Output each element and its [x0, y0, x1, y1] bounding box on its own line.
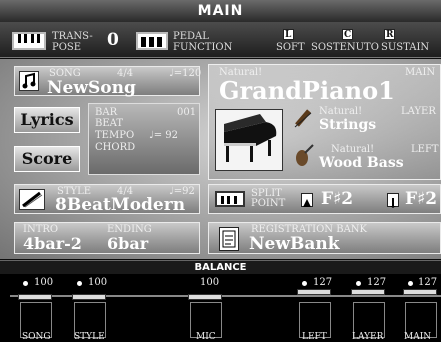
- main-balance-slider[interactable]: [403, 289, 437, 295]
- main-balance-value: 127: [418, 277, 438, 288]
- split-point-value-2: F♯2: [405, 189, 438, 209]
- left-balance-dot: [302, 281, 307, 286]
- left-channel-label: LEFT: [302, 332, 327, 342]
- main-channel-label: MAIN: [404, 332, 432, 342]
- song-balance-value: 100: [34, 277, 54, 288]
- beat-label: BEAT: [95, 118, 123, 129]
- song-channel-label: SONG: [22, 332, 51, 342]
- split-point-panel[interactable]: SPLIT POINT F♯2 F♯2: [208, 184, 441, 214]
- main-voice-name: GrandPiano1: [219, 76, 395, 105]
- mic-channel-label: MIC: [196, 332, 216, 342]
- song-position-box: BAR 001 BEAT TEMPO ♩= 92 CHORD: [88, 103, 200, 175]
- style-balance-dot: [77, 281, 82, 286]
- split-point-value-1: F♯2: [321, 189, 354, 209]
- layer-balance-value: 127: [367, 277, 387, 288]
- score-button[interactable]: Score: [14, 146, 80, 172]
- keyboard-icon: [12, 32, 46, 50]
- intro-ending-panel[interactable]: INTRO ENDING 4bar-2 6bar: [14, 222, 200, 254]
- registration-icon: [219, 227, 239, 251]
- layer-part-label: LAYER: [401, 106, 436, 117]
- layer-voice-tag: Natural!: [319, 106, 363, 117]
- left-part-label: LEFT: [411, 144, 439, 155]
- soft-pedal-key: L: [285, 30, 292, 40]
- chord-label: CHORD: [95, 142, 136, 153]
- balance-labels: SONG STYLE MIC LEFT LAYER MAIN: [0, 332, 441, 342]
- soft-label: SOFT: [276, 42, 305, 53]
- song-tempo: ♩=120: [169, 68, 202, 79]
- song-name: NewSong: [47, 78, 136, 98]
- sostenuto-label: SOSTENUTO: [311, 42, 379, 53]
- split-marker-icon: [301, 193, 313, 207]
- split-keyboard-icon: [215, 191, 245, 207]
- left-balance-value: 127: [313, 277, 333, 288]
- main-balance-dot: [408, 281, 413, 286]
- strings-icon: [293, 107, 315, 129]
- song-panel[interactable]: SONG 4/4 ♩=120 NewSong: [14, 66, 202, 98]
- layer-voice-name: Strings: [319, 117, 377, 133]
- main-part-label: MAIN: [405, 67, 436, 78]
- music-note-icon: [19, 71, 39, 91]
- layer-balance-slider[interactable]: [351, 289, 385, 295]
- style-name: 8BeatModern: [55, 195, 186, 215]
- left-balance-slider[interactable]: [297, 289, 331, 295]
- style-balance-value: 100: [88, 277, 108, 288]
- style-balance-slider[interactable]: [72, 294, 106, 300]
- layer-channel-label: LAYER: [352, 332, 384, 342]
- grand-piano-image: [215, 109, 283, 171]
- pedal-icon: [136, 32, 168, 50]
- ending-value: 6bar: [107, 234, 149, 253]
- transpose-label: TRANS- POSE: [52, 31, 93, 53]
- tempo-label: TEMPO: [95, 130, 135, 141]
- pedal-function-label: PEDAL FUNCTION: [173, 31, 233, 53]
- layer-balance-dot: [356, 281, 361, 286]
- wood-bass-icon: [293, 143, 315, 167]
- sostenuto-pedal-key: C: [344, 30, 352, 40]
- bar-value: 001: [177, 107, 197, 118]
- style-channel-label: STYLE: [74, 332, 105, 342]
- balance-header: BALANCE: [0, 260, 441, 274]
- style-icon: [19, 189, 45, 210]
- transpose-value: 0: [107, 30, 119, 50]
- pedal-function-button[interactable]: PEDAL FUNCTION: [136, 30, 246, 53]
- voice-panel[interactable]: Natural! MAIN GrandPiano1 Natural! LAYER…: [208, 64, 441, 180]
- registration-bank-panel[interactable]: REGISTRATION BANK NewBank: [208, 222, 441, 254]
- mic-balance-slider[interactable]: [188, 294, 222, 300]
- transpose-button[interactable]: TRANS- POSE 0: [12, 30, 122, 53]
- tempo-value: ♩= 92: [149, 130, 178, 141]
- left-voice-name: Wood Bass: [319, 155, 404, 171]
- split-point-label: SPLIT POINT: [251, 188, 286, 209]
- style-panel[interactable]: STYLE 4/4 ♩=92 8BeatModern: [14, 184, 200, 215]
- sustain-pedal-key: R: [386, 30, 394, 40]
- mic-balance-value: 100: [200, 277, 220, 288]
- registration-bank-name: NewBank: [249, 234, 340, 254]
- balance-title: BALANCE: [194, 262, 247, 273]
- top-function-bar: TRANS- POSE 0 PEDAL FUNCTION L SOFT C SO…: [0, 22, 441, 58]
- song-balance-slider[interactable]: [18, 294, 52, 300]
- sustain-label: SUSTAIN: [381, 42, 430, 53]
- intro-value: 4bar-2: [23, 234, 82, 253]
- bar-label: BAR: [95, 107, 118, 118]
- screen-title: MAIN: [0, 0, 441, 22]
- left-voice-tag: Natural!: [331, 144, 375, 155]
- split-marker-icon-2: [387, 193, 399, 208]
- song-balance-dot: [23, 281, 28, 286]
- lyrics-button[interactable]: Lyrics: [14, 107, 80, 133]
